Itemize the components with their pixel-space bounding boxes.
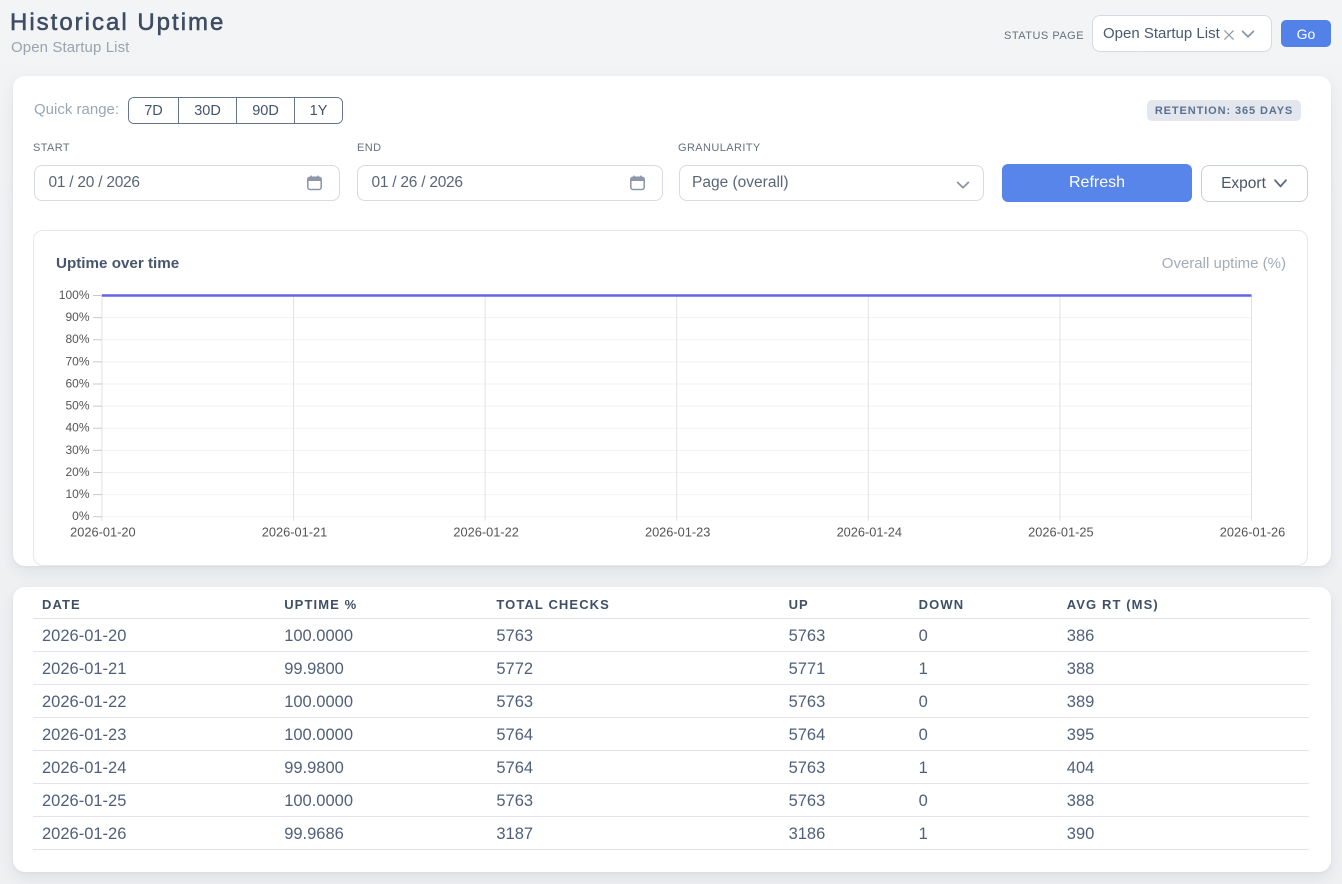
svg-text:70%: 70%	[65, 354, 89, 368]
svg-text:2026-01-26: 2026-01-26	[1220, 525, 1285, 540]
svg-text:2026-01-20: 2026-01-20	[70, 525, 135, 540]
svg-text:20%: 20%	[65, 465, 89, 479]
svg-text:2026-01-22: 2026-01-22	[453, 525, 518, 540]
svg-text:80%: 80%	[65, 332, 89, 346]
svg-text:2026-01-25: 2026-01-25	[1028, 525, 1093, 540]
svg-text:90%: 90%	[65, 310, 89, 324]
svg-text:100%: 100%	[59, 288, 90, 302]
svg-text:2026-01-21: 2026-01-21	[262, 525, 327, 540]
svg-text:0%: 0%	[72, 509, 90, 523]
svg-text:60%: 60%	[65, 376, 89, 390]
svg-text:2026-01-24: 2026-01-24	[837, 525, 902, 540]
svg-text:30%: 30%	[65, 443, 89, 457]
svg-text:2026-01-23: 2026-01-23	[645, 525, 710, 540]
svg-text:50%: 50%	[65, 399, 89, 413]
svg-text:10%: 10%	[65, 487, 89, 501]
svg-text:40%: 40%	[65, 421, 89, 435]
